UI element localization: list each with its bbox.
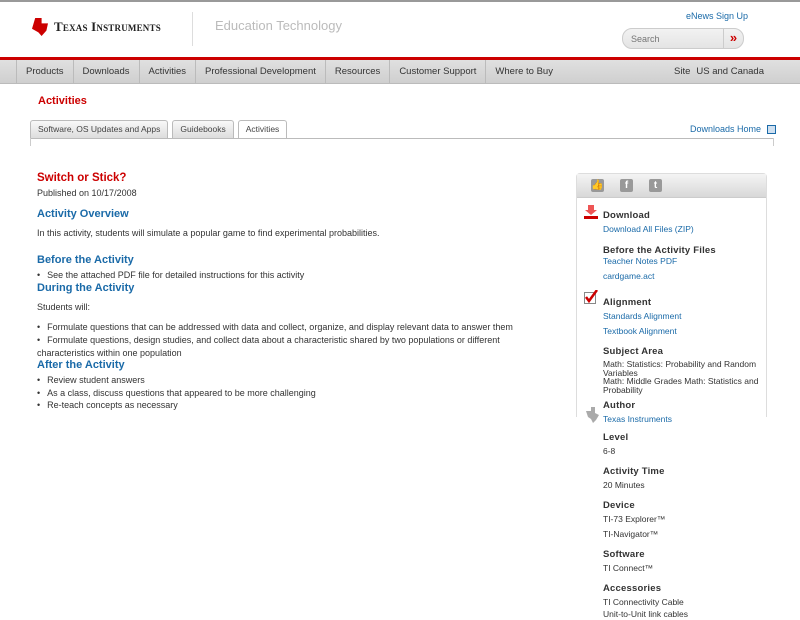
- activity-title: Switch or Stick?: [37, 172, 127, 184]
- checkbox-icon: [584, 290, 598, 304]
- top-border: [0, 0, 800, 2]
- accessory-2: Unit-to-Unit link cables: [603, 609, 689, 619]
- nav-resources[interactable]: Resources: [326, 60, 391, 84]
- list-item: Re-teach concepts as necessary: [37, 399, 547, 412]
- author-link[interactable]: Texas Instruments: [603, 414, 768, 425]
- brand-name: Texas Instruments: [54, 19, 161, 34]
- section-title: Education Technology: [215, 18, 342, 33]
- time-value: 20 Minutes: [603, 480, 645, 490]
- teacher-notes-link[interactable]: Teacher Notes PDF: [603, 256, 768, 267]
- subject-1: Math: Statistics: Probability and Random…: [603, 359, 757, 378]
- software-value: TI Connect™: [603, 563, 654, 573]
- list-item: See the attached PDF file for detailed i…: [37, 269, 547, 282]
- nav-customer-support[interactable]: Customer Support: [390, 60, 487, 84]
- during-heading: During the Activity: [37, 281, 135, 294]
- home-icon: [767, 124, 777, 134]
- nav-where-to-buy[interactable]: Where to Buy: [486, 60, 562, 84]
- device-heading: Device: [603, 500, 635, 511]
- sidebar-details: Download Download All Files (ZIP) Before…: [603, 210, 768, 620]
- divider: [192, 12, 193, 46]
- tab-divider: [30, 138, 31, 146]
- download-icon: [584, 205, 598, 219]
- time-heading: Activity Time: [603, 466, 665, 477]
- site-label: Site: [674, 66, 691, 77]
- textbook-alignment-link[interactable]: Textbook Alignment: [603, 326, 768, 337]
- level-value: 6-8: [603, 446, 616, 456]
- page-title: Activities: [38, 95, 87, 107]
- accessories-heading: Accessories: [603, 583, 662, 594]
- site-selector[interactable]: Site US and Canada: [674, 66, 764, 77]
- tab-activities[interactable]: Activities: [237, 120, 288, 139]
- list-item: Review student answers: [37, 374, 547, 387]
- overview-text: In this activity, students will simulate…: [37, 228, 380, 238]
- after-heading: After the Activity: [37, 359, 125, 371]
- download-heading: Download: [603, 210, 650, 221]
- search-input[interactable]: [623, 33, 723, 44]
- device-2: TI-Navigator™: [603, 529, 659, 539]
- accessory-1: TI Connectivity Cable: [603, 597, 684, 607]
- list-item: Formulate questions, design studies, and…: [37, 334, 547, 359]
- subject-2: Math: Middle Grades Math: Statistics and…: [603, 376, 759, 395]
- downloads-home-link[interactable]: Downloads Home: [690, 124, 777, 134]
- search-box: »: [622, 28, 744, 49]
- during-intro: Students will:: [37, 301, 91, 312]
- nav-professional-development[interactable]: Professional Development: [196, 60, 326, 84]
- list-item: Formulate questions that can be addresse…: [37, 321, 547, 334]
- standards-alignment-link[interactable]: Standards Alignment: [603, 311, 768, 322]
- software-heading: Software: [603, 549, 645, 560]
- facebook-icon[interactable]: f: [620, 179, 633, 192]
- like-icon[interactable]: 👍: [591, 179, 604, 192]
- tab-guidebooks[interactable]: Guidebooks: [172, 120, 234, 138]
- enews-signup-link[interactable]: eNews Sign Up: [686, 11, 748, 21]
- download-all-link[interactable]: Download All Files (ZIP): [603, 224, 768, 235]
- list-item: As a class, discuss questions that appea…: [37, 387, 547, 400]
- subject-heading: Subject Area: [603, 346, 664, 357]
- twitter-icon[interactable]: t: [649, 179, 662, 192]
- tab-software[interactable]: Software, OS Updates and Apps: [30, 120, 169, 138]
- tab-divider: [30, 138, 774, 139]
- site-value: US and Canada: [696, 66, 764, 77]
- tabs: Software, OS Updates and Apps Guidebooks…: [30, 120, 288, 139]
- nav-downloads[interactable]: Downloads: [74, 60, 140, 84]
- alignment-heading: Alignment: [603, 297, 652, 308]
- search-button[interactable]: »: [723, 29, 743, 48]
- activity-content: Switch or Stick? Published on 10/17/2008…: [37, 172, 547, 412]
- nav-activities[interactable]: Activities: [140, 60, 196, 84]
- before-heading: Before the Activity: [37, 254, 134, 266]
- downloads-home-label: Downloads Home: [690, 124, 762, 134]
- published-date: Published on 10/17/2008: [37, 188, 137, 198]
- before-files-heading: Before the Activity Files: [603, 245, 716, 256]
- ti-logo[interactable]: Texas Instruments: [32, 18, 161, 36]
- tab-divider: [773, 138, 774, 146]
- cardgame-link[interactable]: cardgame.act: [603, 271, 768, 282]
- ti-logo-icon: [32, 18, 48, 36]
- nav-products[interactable]: Products: [17, 60, 74, 84]
- texas-icon: [586, 407, 599, 423]
- overview-heading: Activity Overview: [37, 208, 129, 220]
- device-1: TI-73 Explorer™: [603, 514, 666, 524]
- author-heading: Author: [603, 400, 636, 411]
- level-heading: Level: [603, 432, 629, 443]
